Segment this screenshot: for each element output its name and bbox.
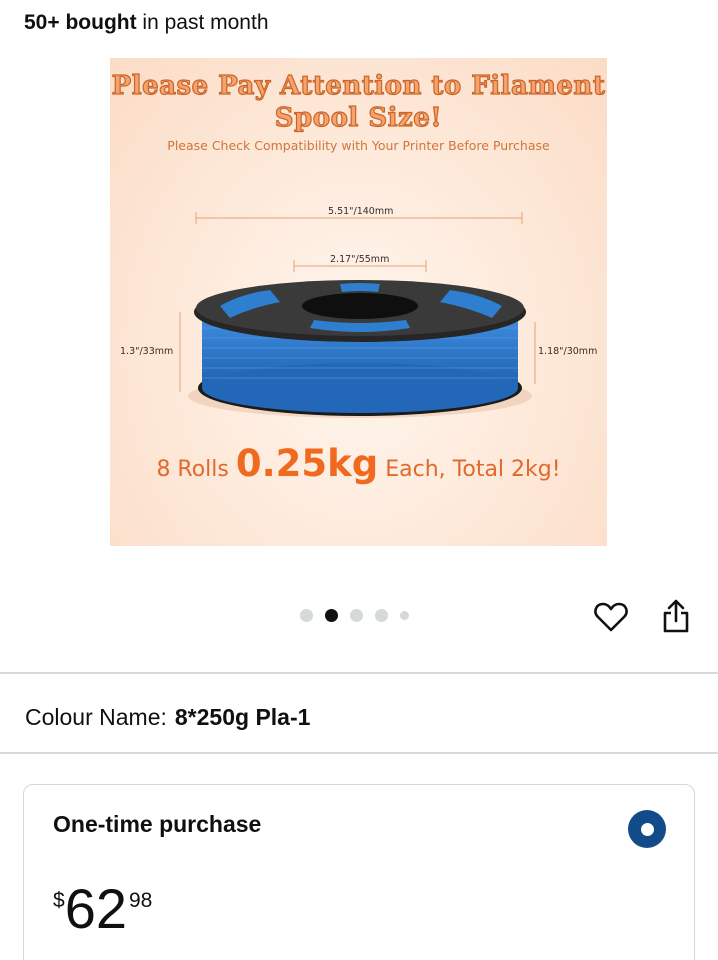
purchase-radio-selected[interactable] bbox=[628, 810, 666, 848]
rolls-prefix: 8 Rolls bbox=[156, 457, 236, 482]
radio-dot-icon bbox=[640, 822, 654, 836]
rolls-weight: 0.25kg bbox=[235, 442, 379, 485]
dimension-left-height: 1.3"/33mm bbox=[120, 346, 174, 357]
dimension-right-height: 1.18"/30mm bbox=[538, 346, 598, 357]
price: $ 62 98 bbox=[53, 881, 152, 937]
carousel-dot-active[interactable] bbox=[325, 609, 338, 622]
colour-value: 8*250g Pla-1 bbox=[174, 704, 311, 730]
colour-name-row: Colour Name: 8*250g Pla-1 bbox=[25, 704, 310, 731]
dimension-outer-diameter: 5.51"/140mm bbox=[328, 206, 394, 217]
bought-count: 50+ bought bbox=[24, 11, 137, 34]
price-symbol: $ bbox=[53, 889, 65, 912]
wishlist-button[interactable] bbox=[590, 596, 632, 638]
rolls-caption: 8 Rolls 0.25kg Each, Total 2kg! bbox=[110, 442, 607, 485]
carousel-dots bbox=[300, 609, 409, 622]
bought-in-past-month: 50+ bought in past month bbox=[24, 11, 269, 35]
dimension-hub-diameter: 2.17"/55mm bbox=[330, 254, 390, 265]
price-fraction: 98 bbox=[128, 889, 153, 912]
one-time-purchase-option[interactable]: One-time purchase $ 62 98 bbox=[23, 784, 695, 960]
carousel-dot[interactable] bbox=[400, 611, 409, 620]
heart-icon bbox=[594, 602, 628, 632]
carousel-dot[interactable] bbox=[350, 609, 363, 622]
section-divider bbox=[0, 752, 718, 754]
product-image[interactable]: Please Pay Attention to Filament Spool S… bbox=[110, 58, 607, 546]
purchase-title: One-time purchase bbox=[53, 811, 262, 837]
share-icon bbox=[663, 599, 689, 633]
carousel-dot[interactable] bbox=[375, 609, 388, 622]
bought-suffix: in past month bbox=[136, 11, 269, 34]
price-whole: 62 bbox=[64, 877, 127, 940]
share-button[interactable] bbox=[656, 596, 696, 636]
colour-label: Colour Name: bbox=[25, 704, 167, 730]
carousel-dot[interactable] bbox=[300, 609, 313, 622]
rolls-suffix: Each, Total 2kg! bbox=[378, 457, 561, 482]
section-divider bbox=[0, 672, 718, 674]
